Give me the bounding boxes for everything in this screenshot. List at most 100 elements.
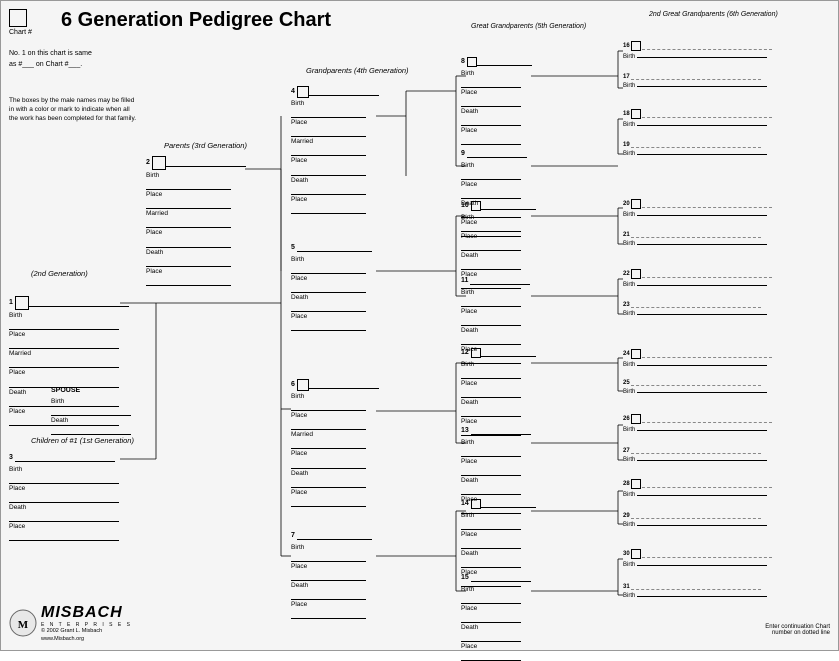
person-10-name-line	[481, 203, 536, 210]
person-6-place3-line	[291, 500, 366, 507]
person-14-place1-line	[461, 542, 521, 549]
person-2-place1-line	[146, 202, 231, 209]
person-5-name-line	[297, 245, 372, 252]
person-11-birth: Birth	[461, 288, 530, 297]
person-13-death-line	[461, 488, 521, 495]
person-25-birth-line	[637, 386, 767, 393]
person-8-box	[467, 57, 477, 67]
person-11-death-line	[461, 338, 521, 345]
person-27-birth-label: Birth	[623, 457, 635, 463]
person-4-place3-line	[291, 207, 366, 214]
person-21-birth-line	[637, 238, 767, 245]
person-27-birth-line	[637, 454, 767, 461]
person-1-place2: Place	[9, 368, 129, 377]
person-8-death: Death	[461, 107, 532, 116]
person-9-place1-line	[461, 192, 521, 199]
person-6-box	[297, 379, 309, 391]
person-4-place3: Place	[291, 195, 379, 204]
person-18-name-line	[642, 111, 772, 118]
person-29: 29 Birth	[623, 512, 767, 528]
person-20: 20 Birth	[623, 199, 772, 218]
person-3-place1: Place	[9, 484, 119, 493]
person-3-place1-line	[9, 496, 119, 503]
person-14-name-line	[481, 501, 536, 508]
person-10-birth-line	[461, 225, 521, 232]
person-23-num: 23	[623, 302, 630, 308]
person-26-num: 26	[623, 416, 630, 422]
person-19-num: 19	[623, 142, 630, 148]
person-2-place2-line	[146, 241, 231, 248]
person-19-name-line	[631, 141, 761, 148]
person-12-death-line	[461, 410, 521, 417]
person-5-place1-line	[291, 286, 366, 293]
person-27-num: 27	[623, 448, 630, 454]
person-26: 26 Birth	[623, 414, 772, 433]
person-4-name-line	[309, 89, 379, 96]
person-6-death: Death	[291, 469, 379, 478]
person-2-place1: Place	[146, 190, 246, 199]
person-11-num: 11	[461, 276, 468, 287]
person-30-name-line	[642, 551, 772, 558]
person-6-num: 6	[291, 380, 295, 391]
person-8-place2: Place	[461, 126, 532, 135]
person-15-num: 15	[461, 573, 469, 584]
person-3-birth: Birth	[9, 465, 119, 474]
person-12-num: 12	[461, 348, 469, 359]
person-20-birth-label: Birth	[623, 212, 635, 218]
person-20-birth-line	[637, 209, 767, 216]
person-26-box	[631, 414, 641, 424]
person-4-birth: Birth	[291, 99, 379, 108]
person-7-place2-line	[291, 612, 366, 619]
person-21-name-line	[631, 231, 761, 238]
person-14-death: Death	[461, 549, 536, 558]
desc-box: The boxes by the male names may be fille…	[9, 96, 139, 123]
person-16-birth-line	[637, 51, 767, 58]
person-12-birth: Birth	[461, 360, 536, 369]
person-7: 7 Birth Place Death Place	[291, 531, 372, 619]
pedigree-chart: Chart # 6 Generation Pedigree Chart Grea…	[0, 0, 839, 651]
person-14-death-line	[461, 561, 521, 568]
spouse-death: Death	[51, 416, 131, 425]
person-7-place1-line	[291, 574, 366, 581]
person-2-birth: Birth	[146, 171, 246, 180]
person-11-birth-line	[461, 300, 521, 307]
person-4-place1: Place	[291, 118, 379, 127]
person-6-place2-line	[291, 462, 366, 469]
person-14-place1: Place	[461, 530, 536, 539]
person-5: 5 Birth Place Death Place	[291, 243, 372, 331]
children-label: Children of #1 (1st Generation)	[31, 436, 134, 445]
person-17-num: 17	[623, 74, 630, 80]
as-text: as #___ on Chart #___.	[9, 60, 92, 71]
person-2-place3-line	[146, 279, 231, 286]
logo-area: M MISBACH E N T E R P R I S E S © 2002 G…	[9, 604, 132, 642]
person-24-name-line	[642, 351, 772, 358]
person-1-married: Married	[9, 349, 129, 358]
person-8-birth: Birth	[461, 69, 532, 78]
person-3-death-line	[9, 515, 119, 522]
logo-copyright: © 2002 Grant L. Misbach	[41, 628, 132, 636]
person-4-death: Death	[291, 176, 379, 185]
chart-number: Chart #	[9, 9, 32, 36]
person-1-birth: Birth	[9, 311, 129, 320]
person-30-birth-label: Birth	[623, 562, 635, 568]
continuation-note: Enter continuation Chart number on dotte…	[765, 624, 830, 636]
person-11-name-line	[470, 278, 530, 285]
person-12: 12 Birth Place Death Place	[461, 348, 536, 436]
person-31-birth-label: Birth	[623, 593, 635, 599]
person-4-place2: Place	[291, 156, 379, 165]
person-12-name-line	[481, 350, 536, 357]
person-10-num: 10	[461, 201, 469, 212]
person-31-birth-line	[637, 590, 767, 597]
person-2-name-line	[166, 160, 246, 167]
person-2-birth-line	[146, 183, 231, 190]
person-16: 16 Birth	[623, 41, 772, 60]
person-15-birth: Birth	[461, 585, 531, 594]
spouse-birth-line	[51, 409, 131, 416]
person-16-birth-label: Birth	[623, 54, 635, 60]
person-22-birth-line	[637, 279, 767, 286]
person-5-num: 5	[291, 243, 295, 254]
person-9-birth-line	[461, 173, 521, 180]
person-5-place2: Place	[291, 312, 372, 321]
person-4-place2-line	[291, 169, 366, 176]
info-box: No. 1 on this chart is same as #___ on C…	[9, 49, 92, 70]
